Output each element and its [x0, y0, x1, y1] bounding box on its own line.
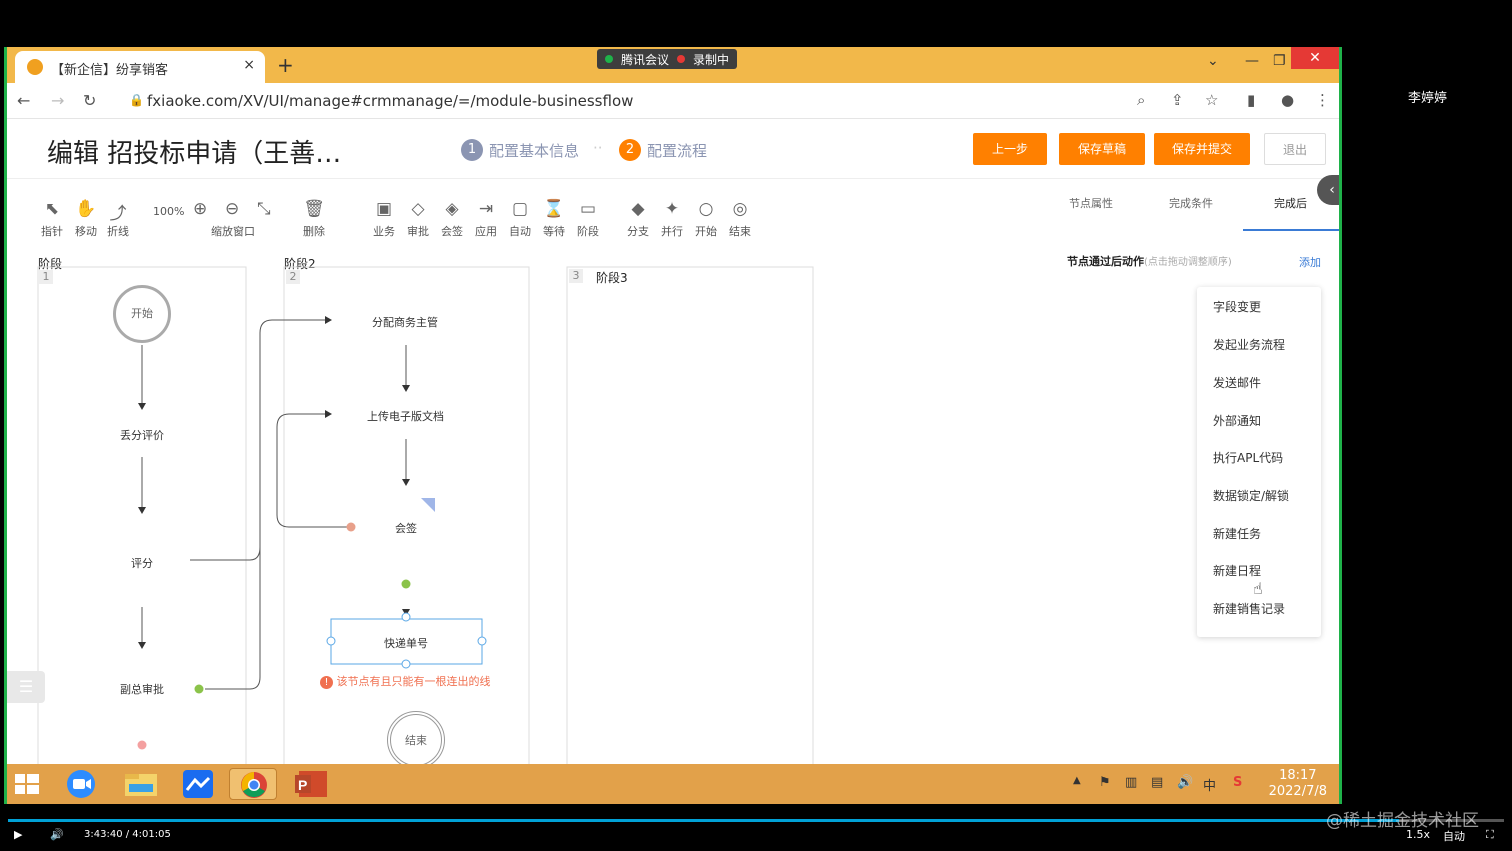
ime-indicator[interactable]: 中	[1203, 775, 1216, 794]
playback-speed[interactable]: 1.5x	[1406, 828, 1430, 841]
menu-item-run-apl[interactable]: 执行APL代码	[1213, 449, 1283, 466]
menu-item-new-sales-record[interactable]: 新建销售记录	[1213, 600, 1285, 617]
connector-dot-red	[137, 740, 147, 750]
connector-dot-red	[346, 522, 356, 532]
node-upload-doc[interactable]: 上传电子版文档	[367, 408, 444, 424]
connector-dot-green	[194, 684, 204, 694]
active-tab-indicator	[1243, 229, 1339, 231]
start-node[interactable]: 开始	[113, 285, 171, 343]
flow-arrows	[138, 316, 410, 649]
node-express-no[interactable]: 快递单号	[384, 635, 428, 651]
hand-cursor-icon: ☝	[1253, 579, 1263, 598]
video-time: 3:43:40 / 4:01:05	[84, 829, 171, 840]
tab-completion-condition[interactable]: 完成条件	[1169, 195, 1213, 211]
actions-title: 节点通过后动作(点击拖动调整顺序)	[1067, 255, 1232, 268]
end-node[interactable]: 结束	[387, 711, 445, 769]
participant-name: 李婷婷	[1408, 91, 1448, 106]
video-progress-bar[interactable]	[8, 819, 1504, 822]
progress-fill	[8, 819, 1400, 822]
chrome-icon[interactable]	[229, 768, 277, 800]
svg-text:P: P	[298, 777, 307, 793]
error-icon: !	[320, 676, 333, 689]
file-explorer-icon[interactable]	[119, 768, 167, 800]
windows-taskbar: P ▲ ⚑ ▥ ▤ 🔊 中 S 18:17 2022/7/8	[7, 764, 1339, 804]
menu-item-new-schedule[interactable]: 新建日程	[1213, 562, 1261, 579]
video-player: 李婷婷 【新企信】纷享销客 × + 腾讯会议 录制中 ⌄ — ❐ ✕ ← → ↻…	[0, 0, 1512, 851]
system-clock[interactable]: 18:17 2022/7/8	[1269, 768, 1327, 800]
node-vp-approve[interactable]: 副总审批	[120, 681, 164, 697]
tab-after-completion[interactable]: 完成后	[1274, 195, 1307, 211]
zoom-app-icon[interactable]	[61, 768, 109, 800]
list-toggle-icon[interactable]: ☰	[7, 671, 45, 703]
node-score[interactable]: 评分	[131, 555, 153, 571]
actions-hint: (点击拖动调整顺序)	[1144, 257, 1232, 268]
fullscreen-icon[interactable]: ⛶	[1486, 828, 1494, 842]
tab-node-properties[interactable]: 节点属性	[1069, 195, 1113, 211]
network-icon[interactable]: ▥	[1125, 775, 1137, 790]
feishu-app-icon[interactable]	[177, 768, 225, 800]
node-error-message: ! 该节点有且只能有一根连出的线	[320, 673, 491, 689]
action-dropdown-menu: 字段变更 发起业务流程 发送邮件 外部通知 执行APL代码 数据锁定/解锁 新建…	[1197, 287, 1321, 637]
flag-icon[interactable]: ⚑	[1099, 775, 1111, 790]
play-icon[interactable]: ▶	[14, 828, 22, 841]
display-icon[interactable]: ▤	[1151, 775, 1163, 790]
menu-item-new-task[interactable]: 新建任务	[1213, 525, 1261, 542]
sogou-icon[interactable]: S	[1233, 775, 1242, 790]
shared-screen: 【新企信】纷享销客 × + 腾讯会议 录制中 ⌄ — ❐ ✕ ← → ↻ 🔒 f…	[4, 47, 1342, 804]
start-menu-icon[interactable]	[7, 768, 47, 800]
tray-expand-icon[interactable]: ▲	[1073, 775, 1081, 786]
stage-3-box	[566, 266, 814, 804]
menu-item-field-change[interactable]: 字段变更	[1213, 298, 1261, 315]
menu-item-send-email[interactable]: 发送邮件	[1213, 374, 1261, 391]
node-assign-manager[interactable]: 分配商务主管	[372, 314, 438, 330]
menu-item-lock-data[interactable]: 数据锁定/解锁	[1213, 487, 1289, 504]
node-score-eval[interactable]: 丢分评价	[120, 427, 164, 443]
menu-item-external-notify[interactable]: 外部通知	[1213, 412, 1261, 429]
node-countersign[interactable]: 会签	[395, 520, 417, 536]
powerpoint-icon[interactable]: P	[289, 768, 337, 800]
menu-item-start-flow[interactable]: 发起业务流程	[1213, 336, 1285, 353]
volume-control-icon[interactable]: 🔊	[50, 828, 64, 841]
add-action-link[interactable]: 添加	[1299, 254, 1321, 270]
quality-selector[interactable]: 自动	[1443, 828, 1465, 844]
connector-dot-green	[401, 579, 411, 589]
countersign-marker	[421, 498, 435, 512]
volume-icon[interactable]: 🔊	[1177, 775, 1193, 790]
collapse-panel-icon[interactable]: ‹	[1317, 175, 1339, 205]
flow-canvas[interactable]	[7, 47, 1339, 804]
